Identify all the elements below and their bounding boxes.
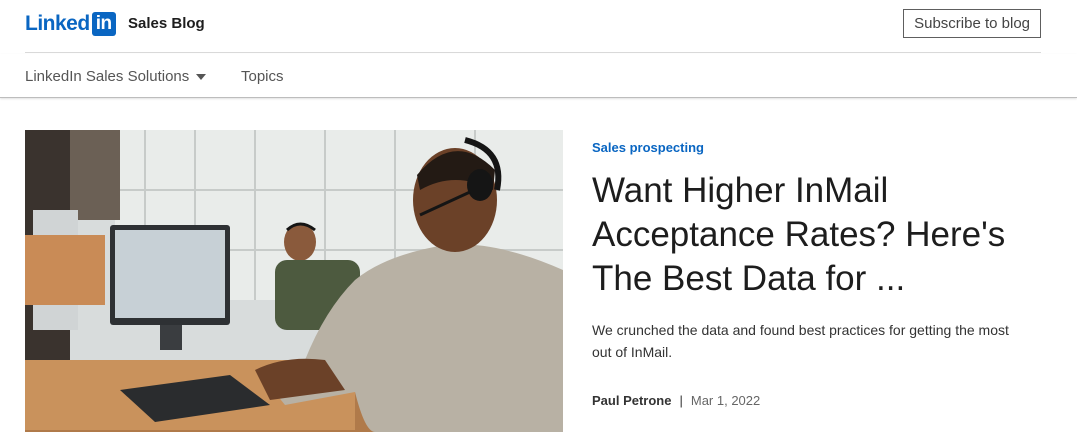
article-category[interactable]: Sales prospecting <box>592 140 1032 155</box>
article-byline: Paul Petrone | Mar 1, 2022 <box>592 393 1032 408</box>
blog-name[interactable]: Sales Blog <box>128 15 205 32</box>
main-nav: LinkedIn Sales Solutions Topics <box>0 54 1077 98</box>
article-excerpt: We crunched the data and found best prac… <box>592 322 1009 360</box>
article-hero-image[interactable] <box>25 130 563 432</box>
publish-date: Mar 1, 2022 <box>690 393 761 408</box>
byline-separator: | <box>679 393 683 408</box>
subscribe-button[interactable]: Subscribe to blog <box>903 9 1041 38</box>
linkedin-logo[interactable]: Linked in <box>25 11 116 36</box>
author-name[interactable]: Paul Petrone <box>592 393 671 408</box>
featured-article: Sales prospecting Want Higher InMail Acc… <box>592 140 1032 408</box>
nav-item-label: LinkedIn Sales Solutions <box>25 68 190 85</box>
site-header: Linked in Sales Blog Subscribe to blog <box>25 0 1041 53</box>
caret-down-icon <box>196 73 207 80</box>
logo-in-box: in <box>91 11 116 36</box>
logo-wordmark: Linked <box>25 12 90 35</box>
nav-item-label: Topics <box>241 68 284 85</box>
nav-item-sales-solutions[interactable]: LinkedIn Sales Solutions <box>25 68 207 85</box>
nav-item-topics[interactable]: Topics <box>241 68 284 85</box>
article-title[interactable]: Want Higher InMail Acceptance Rates? Her… <box>592 169 1032 301</box>
office-photo-icon <box>25 130 563 432</box>
